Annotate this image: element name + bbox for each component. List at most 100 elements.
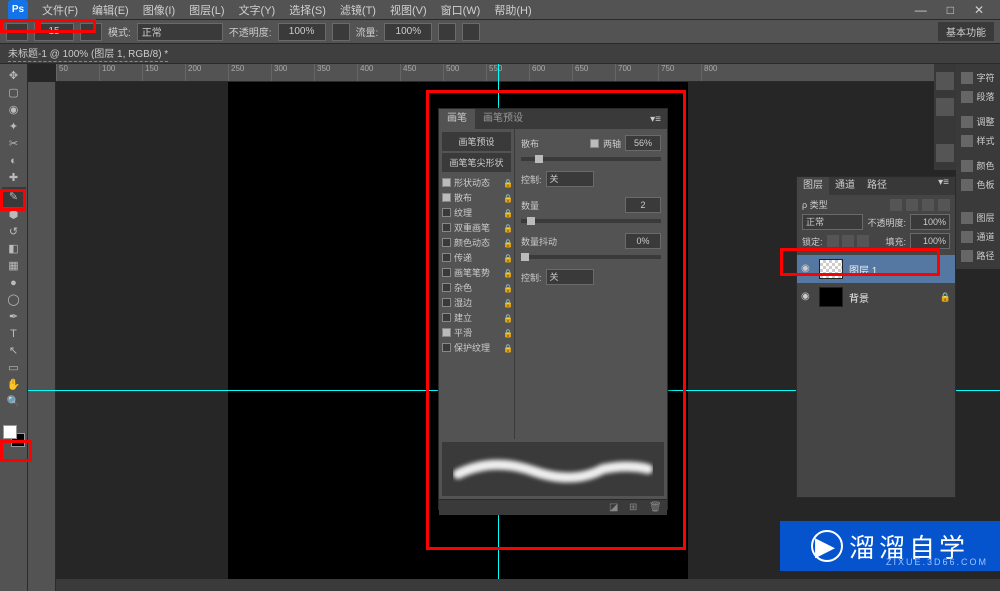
lock-icon[interactable]: 🔒 <box>503 194 511 202</box>
menu-image[interactable]: 图像(I) <box>137 0 181 20</box>
color-swatch[interactable] <box>3 425 25 447</box>
shape-tool[interactable]: ▭ <box>2 360 26 377</box>
panel-menu-icon[interactable]: ▾≡ <box>644 114 667 125</box>
hand-tool[interactable]: ✋ <box>2 377 26 394</box>
dock-paragraph[interactable]: 段落 <box>956 87 1000 106</box>
visibility-icon[interactable]: ◉ <box>801 291 813 303</box>
new-preset-icon[interactable]: ⊞ <box>629 502 641 514</box>
layer-name[interactable]: 背景 <box>849 290 934 305</box>
lock-icon[interactable]: 🔒 <box>503 299 511 307</box>
wand-tool[interactable]: ✦ <box>2 119 26 136</box>
crop-tool[interactable]: ✂ <box>2 136 26 153</box>
lock-icon[interactable]: 🔒 <box>503 314 511 322</box>
layers-panel-menu-icon[interactable]: ▾≡ <box>932 177 955 195</box>
paths-tab[interactable]: 路径 <box>861 177 893 195</box>
brush-preset-picker[interactable] <box>80 23 102 41</box>
filter-btn-1[interactable] <box>890 199 902 211</box>
healing-tool[interactable]: ✚ <box>2 170 26 187</box>
option-checkbox[interactable] <box>442 223 451 232</box>
lock-icon[interactable]: 🔒 <box>503 329 511 337</box>
brush-option-row[interactable]: 建立🔒 <box>442 310 511 325</box>
trash-icon[interactable]: 🗑 <box>649 502 661 514</box>
filter-btn-4[interactable] <box>938 199 950 211</box>
foreground-color[interactable] <box>3 425 17 439</box>
dock-layers[interactable]: 图层 <box>956 208 1000 227</box>
gradient-tool[interactable]: ▦ <box>2 258 26 275</box>
scatter-value[interactable]: 56% <box>625 135 661 151</box>
opacity-input[interactable]: 100% <box>278 23 326 41</box>
menu-window[interactable]: 窗口(W) <box>435 0 487 20</box>
brush-option-row[interactable]: 散布🔒 <box>442 190 511 205</box>
fill-input[interactable]: 100% <box>910 233 950 249</box>
both-axes-checkbox[interactable] <box>590 139 599 148</box>
brush-tool[interactable]: ✎ <box>2 187 26 207</box>
layer-name[interactable]: 图层 1 <box>849 262 951 277</box>
airbrush-icon[interactable] <box>438 23 456 41</box>
option-checkbox[interactable] <box>442 238 451 247</box>
menu-type[interactable]: 文字(Y) <box>233 0 282 20</box>
jitter-value[interactable]: 0% <box>625 233 661 249</box>
brush-preset-button[interactable]: 画笔预设 <box>442 132 511 151</box>
option-checkbox[interactable] <box>442 208 451 217</box>
jitter-slider[interactable] <box>521 255 661 259</box>
lock-icon[interactable]: 🔒 <box>503 284 511 292</box>
move-tool[interactable]: ✥ <box>2 68 26 85</box>
history-icon[interactable] <box>936 72 954 90</box>
option-checkbox[interactable] <box>442 328 451 337</box>
lasso-tool[interactable]: ◉ <box>2 102 26 119</box>
filter-btn-2[interactable] <box>906 199 918 211</box>
eyedropper-tool[interactable]: ◐ <box>2 153 26 170</box>
lock-icon[interactable]: 🔒 <box>503 269 511 277</box>
layer-item[interactable]: ◉ 背景 🔒 <box>797 283 955 311</box>
type-tool[interactable]: T <box>2 326 26 343</box>
brush-size-input[interactable]: 15 <box>34 23 74 41</box>
option-checkbox[interactable] <box>442 178 451 187</box>
brush-option-row[interactable]: 纹理🔒 <box>442 205 511 220</box>
pressure-size-icon[interactable] <box>462 23 480 41</box>
option-checkbox[interactable] <box>442 283 451 292</box>
dock-swatches[interactable]: 色板 <box>956 175 1000 194</box>
brush-option-row[interactable]: 传递🔒 <box>442 250 511 265</box>
option-checkbox[interactable] <box>442 193 451 202</box>
dock-color[interactable]: 颜色 <box>956 156 1000 175</box>
lock-icon[interactable]: 🔒 <box>503 254 511 262</box>
dodge-tool[interactable]: ◯ <box>2 292 26 309</box>
count-slider[interactable] <box>521 219 661 223</box>
dock-styles[interactable]: 样式 <box>956 131 1000 150</box>
brush-option-row[interactable]: 形状动态🔒 <box>442 175 511 190</box>
flow-input[interactable]: 100% <box>384 23 432 41</box>
dock-adjustments[interactable]: 调整 <box>956 112 1000 131</box>
lock-all-icon[interactable] <box>857 235 869 247</box>
control1-select[interactable]: 关 <box>546 171 594 187</box>
lock-icon[interactable]: 🔒 <box>503 179 511 187</box>
layer-item[interactable]: ◉ 图层 1 <box>797 255 955 283</box>
blur-tool[interactable]: ● <box>2 275 26 292</box>
actions-icon[interactable] <box>936 98 954 116</box>
brush-option-row[interactable]: 双重画笔🔒 <box>442 220 511 235</box>
option-checkbox[interactable] <box>442 298 451 307</box>
path-tool[interactable]: ↖ <box>2 343 26 360</box>
lock-icon[interactable]: 🔒 <box>503 224 511 232</box>
toggle-preview-icon[interactable]: ◪ <box>609 502 621 514</box>
menu-file[interactable]: 文件(F) <box>36 0 84 20</box>
layer-thumbnail[interactable] <box>819 287 843 307</box>
brush-option-row[interactable]: 杂色🔒 <box>442 280 511 295</box>
layer-blend-select[interactable]: 正常 <box>802 214 863 230</box>
pen-tool[interactable]: ✒ <box>2 309 26 326</box>
option-checkbox[interactable] <box>442 253 451 262</box>
lock-position-icon[interactable] <box>842 235 854 247</box>
layer-thumbnail[interactable] <box>819 259 843 279</box>
menu-view[interactable]: 视图(V) <box>384 0 433 20</box>
lock-icon[interactable]: 🔒 <box>503 239 511 247</box>
brush-tab[interactable]: 画笔 <box>439 109 475 129</box>
zoom-tool[interactable]: 🔍 <box>2 394 26 411</box>
lock-icon[interactable]: 🔒 <box>503 344 511 352</box>
lock-icon[interactable]: 🔒 <box>503 209 511 217</box>
dock-character[interactable]: 字符 <box>956 68 1000 87</box>
menu-layer[interactable]: 图层(L) <box>183 0 230 20</box>
visibility-icon[interactable]: ◉ <box>801 263 813 275</box>
properties-icon[interactable] <box>936 144 954 162</box>
close-button[interactable]: ✕ <box>966 3 992 17</box>
control2-select[interactable]: 关 <box>546 269 594 285</box>
menu-help[interactable]: 帮助(H) <box>488 0 537 20</box>
